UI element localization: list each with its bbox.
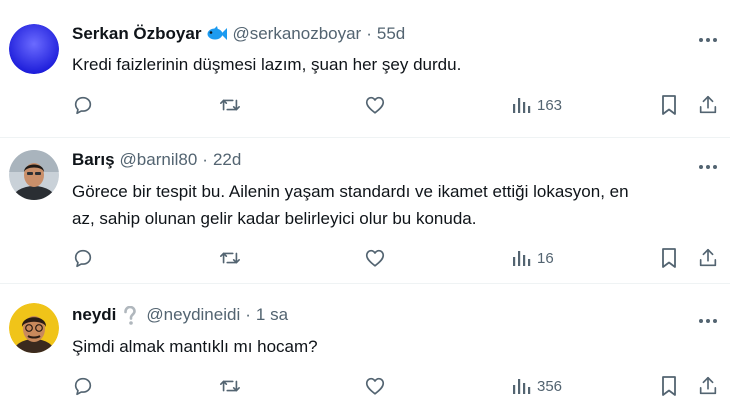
- share-button[interactable]: [697, 93, 719, 117]
- tweet-text: Şimdi almak mantıklı mı hocam?: [72, 333, 712, 360]
- reply-button[interactable]: [72, 93, 94, 117]
- tweet-1[interactable]: Serkan Özboyar @serkanozboyar · 55d Kred…: [0, 0, 730, 137]
- share-button[interactable]: [697, 374, 719, 398]
- tweet-text-line: Kredi faizlerinin düşmesi lazım, şuan he…: [72, 55, 462, 74]
- avatar-image: [9, 150, 59, 200]
- share-icon: [699, 95, 717, 114]
- timestamp[interactable]: 1 sa: [256, 305, 288, 325]
- views-icon: [513, 98, 531, 113]
- more-options-icon[interactable]: [697, 312, 719, 323]
- views-button[interactable]: 356: [511, 374, 562, 398]
- tweet-2[interactable]: Barış @barnil80 · 22d Görece bir tespit …: [0, 138, 730, 282]
- reply-icon: [74, 96, 92, 115]
- like-button[interactable]: [364, 246, 386, 270]
- avatar-image: [9, 303, 59, 353]
- reply-icon: [74, 377, 92, 396]
- bookmark-button[interactable]: [659, 374, 679, 398]
- separator-dot: ·: [202, 150, 208, 169]
- bookmark-button[interactable]: [659, 93, 679, 117]
- tweet-text: Kredi faizlerinin düşmesi lazım, şuan he…: [72, 51, 712, 78]
- retweet-icon: [220, 380, 240, 392]
- author-handle[interactable]: @neydineidi: [146, 305, 240, 325]
- avatar[interactable]: [9, 24, 59, 74]
- reply-icon: [74, 249, 92, 268]
- tweet-3[interactable]: neydi @neydineidi · 1 sa Şimdi almak man…: [0, 284, 730, 420]
- views-button[interactable]: 16: [511, 246, 554, 270]
- question-mark-emoji-icon: [123, 305, 141, 325]
- action-bar: 356: [0, 374, 730, 398]
- views-icon: [513, 251, 531, 266]
- bookmark-button[interactable]: [659, 246, 679, 270]
- avatar-image: [9, 24, 59, 74]
- retweet-icon: [220, 252, 240, 264]
- views-count: 16: [537, 249, 554, 267]
- reply-button[interactable]: [72, 374, 94, 398]
- tweet-text: Görece bir tespit bu. Ailenin yaşam stan…: [72, 178, 712, 232]
- views-count: 163: [537, 96, 563, 114]
- separator-dot: ·: [366, 24, 372, 43]
- retweet-button[interactable]: [218, 374, 242, 398]
- timestamp[interactable]: 22d: [213, 150, 241, 170]
- author-name[interactable]: Barış: [72, 150, 115, 170]
- more-options-icon[interactable]: [697, 31, 719, 42]
- author-name[interactable]: neydi: [72, 305, 116, 325]
- like-icon: [365, 249, 385, 267]
- author-handle[interactable]: @serkanozboyar: [232, 24, 361, 44]
- bookmark-icon: [662, 95, 676, 115]
- tweet-text-line: Şimdi almak mantıklı mı hocam?: [72, 337, 318, 356]
- author-name[interactable]: Serkan Özboyar: [72, 24, 201, 44]
- timestamp[interactable]: 55d: [377, 24, 405, 44]
- avatar[interactable]: [9, 150, 59, 200]
- bookmark-icon: [662, 376, 676, 396]
- share-icon: [699, 376, 717, 395]
- like-button[interactable]: [364, 93, 386, 117]
- author-handle[interactable]: @barnil80: [120, 150, 198, 170]
- retweet-icon: [220, 99, 240, 111]
- retweet-button[interactable]: [218, 246, 242, 270]
- more-options-icon[interactable]: [697, 158, 719, 169]
- avatar[interactable]: [9, 303, 59, 353]
- tweet-text-line: az, sahip olunan gelir kadar belirleyici…: [72, 209, 477, 228]
- views-count: 356: [537, 377, 563, 395]
- like-icon: [365, 96, 385, 114]
- views-icon: [513, 379, 531, 394]
- action-bar: 163: [0, 93, 730, 117]
- retweet-button[interactable]: [218, 93, 242, 117]
- like-button[interactable]: [364, 374, 386, 398]
- bookmark-icon: [662, 248, 676, 268]
- separator-dot: ·: [245, 305, 251, 324]
- like-icon: [365, 377, 385, 395]
- reply-button[interactable]: [72, 246, 94, 270]
- share-icon: [699, 248, 717, 267]
- share-button[interactable]: [697, 246, 719, 270]
- fish-emoji-icon: [205, 25, 228, 43]
- views-button[interactable]: 163: [511, 93, 562, 117]
- tweet-text-line: Görece bir tespit bu. Ailenin yaşam stan…: [72, 182, 629, 201]
- action-bar: 16: [0, 246, 730, 270]
